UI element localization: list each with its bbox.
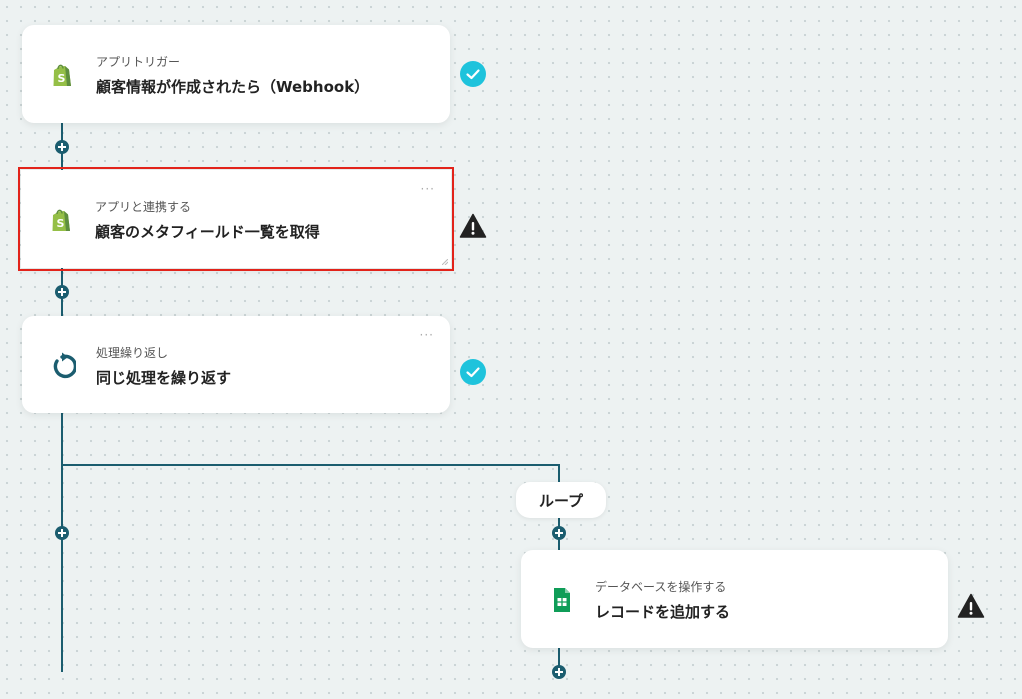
add-step-button[interactable] xyxy=(55,140,69,154)
loop-label: ループ xyxy=(516,482,606,518)
google-sheets-icon xyxy=(554,588,570,612)
more-options-icon[interactable]: ··· xyxy=(421,182,435,196)
add-step-button[interactable] xyxy=(55,526,69,540)
step-category: 処理繰り返し xyxy=(96,346,169,360)
warning-icon xyxy=(957,593,985,618)
connector-line xyxy=(61,412,63,672)
step-card-get-metafields[interactable]: ··· S アプリと連携する 顧客のメタフィールド一覧を取得 xyxy=(18,167,454,271)
warning-icon xyxy=(459,213,487,238)
resize-handle-icon xyxy=(442,259,448,265)
shopify-icon: S xyxy=(52,209,70,231)
add-step-in-loop-button[interactable] xyxy=(552,526,566,540)
more-options-icon[interactable]: ··· xyxy=(420,328,434,342)
add-step-button[interactable] xyxy=(55,285,69,299)
step-title: レコードを追加する xyxy=(595,603,731,621)
loop-branch-line xyxy=(61,464,560,466)
shopify-icon: S xyxy=(53,64,71,86)
step-card-loop[interactable]: ··· 処理繰り返し 同じ処理を繰り返す xyxy=(22,316,450,413)
step-category: データベースを操作する xyxy=(595,580,727,594)
check-icon xyxy=(460,61,486,87)
step-card-add-record[interactable]: データベースを操作する レコードを追加する xyxy=(521,550,948,648)
step-category: アプリと連携する xyxy=(95,200,192,214)
svg-text:S: S xyxy=(57,217,65,230)
step-title: 顧客情報が作成されたら（Webhook） xyxy=(96,78,370,96)
add-step-button[interactable] xyxy=(552,665,566,679)
step-category: アプリトリガー xyxy=(96,55,181,69)
step-title: 同じ処理を繰り返す xyxy=(96,369,232,387)
check-icon xyxy=(460,359,486,385)
loop-branch-line xyxy=(558,464,560,484)
loop-icon xyxy=(53,352,76,379)
svg-text:S: S xyxy=(58,72,66,85)
step-card-trigger[interactable]: S アプリトリガー 顧客情報が作成されたら（Webhook） xyxy=(22,25,450,123)
step-title: 顧客のメタフィールド一覧を取得 xyxy=(95,223,320,241)
